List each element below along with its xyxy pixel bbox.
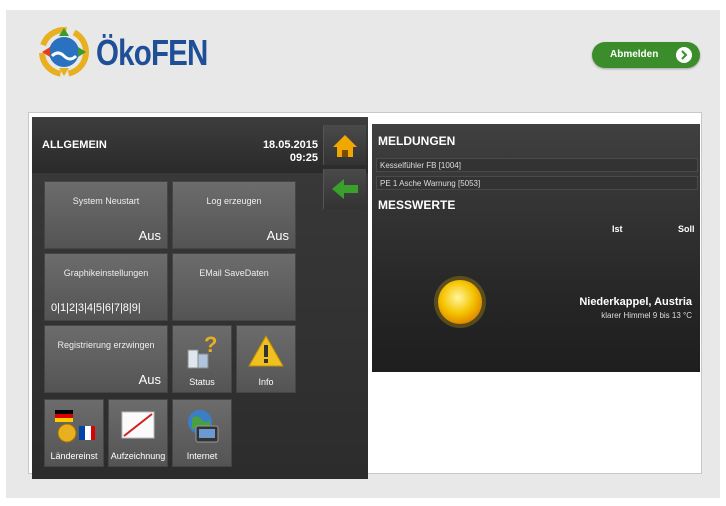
info-tile[interactable]: Info <box>236 325 296 393</box>
chart-icon <box>121 411 155 439</box>
tile-value: Aus <box>138 228 161 243</box>
back-button[interactable] <box>323 169 366 209</box>
tile-caption: Info <box>258 377 274 387</box>
svg-text:?: ? <box>204 332 217 357</box>
graphics-settings-tile[interactable]: Graphikeinstellungen 0|1|2|3|4|5|6|7|8|9… <box>44 253 168 321</box>
messages-panel: MELDUNGEN Kesselfühler FB [1004] PE 1 As… <box>372 124 700 372</box>
warning-icon <box>248 334 284 367</box>
general-panel-header: ALLGEMEIN 18.05.2015 09:25 <box>32 117 368 173</box>
logout-button[interactable]: Abmelden <box>592 42 700 68</box>
tile-caption: Internet <box>186 451 218 461</box>
messages-title: MELDUNGEN <box>378 134 456 148</box>
back-arrow-icon <box>332 179 358 199</box>
system-restart-tile[interactable]: System Neustart Aus <box>44 181 168 249</box>
message-item[interactable]: PE 1 Asche Warnung [5053] <box>376 176 698 190</box>
tile-caption: Ländereinst <box>50 451 98 461</box>
target-column-header: Soll <box>678 224 695 234</box>
force-registration-tile[interactable]: Registrierung erzwingen Aus <box>44 325 168 393</box>
empty-area <box>372 372 700 472</box>
okofen-logo: ÖkoFEN <box>34 22 224 82</box>
general-panel: ALLGEMEIN 18.05.2015 09:25 System Neusta… <box>32 117 368 479</box>
home-icon <box>333 135 357 157</box>
tile-value: Aus <box>266 228 289 243</box>
logout-label: Abmelden <box>610 49 659 60</box>
tile-label: Log erzeugen <box>206 196 262 206</box>
measurements-title: MESSWERTE <box>378 198 456 212</box>
status-tile[interactable]: ? Status <box>172 325 232 393</box>
status-icon: ? <box>187 332 217 369</box>
country-settings-tile[interactable]: Ländereinst <box>44 399 104 467</box>
internet-tile[interactable]: Internet <box>172 399 232 467</box>
datetime-display: 18.05.2015 09:25 <box>263 139 318 165</box>
actual-column-header: Ist <box>612 224 623 234</box>
panel-title: ALLGEMEIN <box>42 139 107 151</box>
recording-tile[interactable]: Aufzeichnung <box>108 399 168 467</box>
logo-text: ÖkoFEN <box>96 32 208 73</box>
email-savedata-tile[interactable]: EMail SaveDaten <box>172 253 296 321</box>
tile-label: Graphikeinstellungen <box>63 268 149 278</box>
tile-value: 0|1|2|3|4|5|6|7|8|9| <box>51 302 141 314</box>
arrow-right-circle-icon <box>676 47 692 63</box>
weather-text: klarer Himmel 9 bis 13 °C <box>601 311 692 320</box>
tile-label: System Neustart <box>72 196 140 206</box>
flags-icon <box>55 410 95 443</box>
tile-label: EMail SaveDaten <box>199 268 269 278</box>
globe-icon <box>188 410 219 443</box>
tile-value: Aus <box>138 372 161 387</box>
tile-caption: Aufzeichnung <box>110 451 166 461</box>
tile-label: Registrierung erzwingen <box>57 340 155 350</box>
sun-weather-icon <box>434 276 486 328</box>
tile-caption: Status <box>189 377 215 387</box>
message-item[interactable]: Kesselfühler FB [1004] <box>376 158 698 172</box>
create-log-tile[interactable]: Log erzeugen Aus <box>172 181 296 249</box>
home-button[interactable] <box>323 125 366 165</box>
logo-emblem-icon <box>39 27 89 77</box>
location-text: Niederkappel, Austria <box>579 296 692 308</box>
time-text: 09:25 <box>289 152 318 164</box>
date-text: 18.05.2015 <box>262 139 318 151</box>
